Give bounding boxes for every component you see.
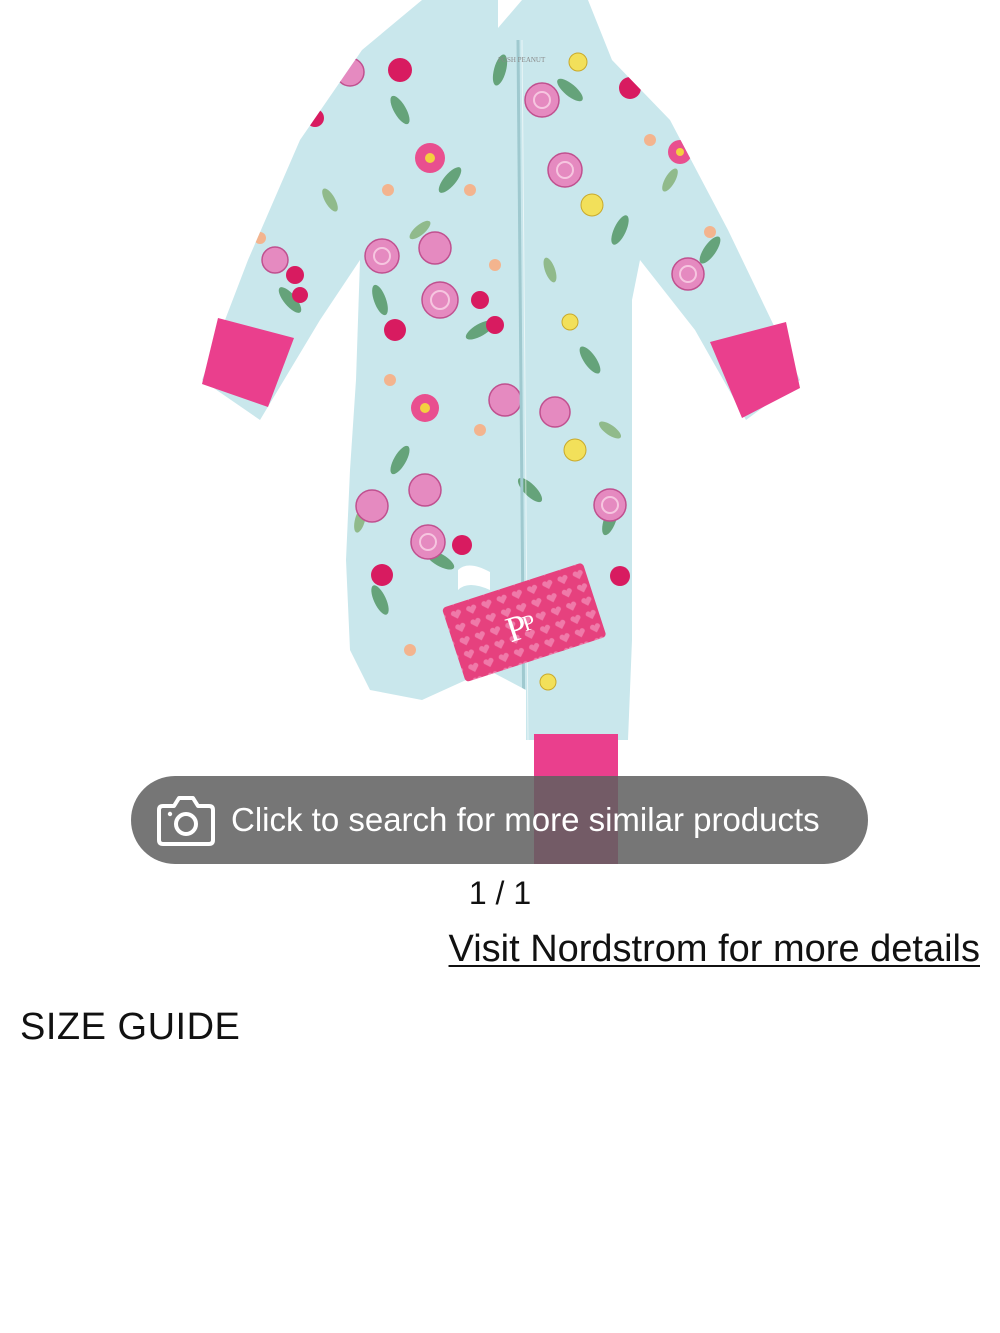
product-image[interactable]: POSH PEANUT P P xyxy=(150,0,850,870)
svg-text:POSH PEANUT: POSH PEANUT xyxy=(498,56,546,64)
image-pager: 1 / 1 xyxy=(468,875,532,911)
camera-icon xyxy=(157,796,215,846)
visual-search-label: Click to search for more similar product… xyxy=(231,801,820,838)
product-page: POSH PEANUT P P Click to search for more… xyxy=(0,0,1000,1333)
visual-search-button[interactable]: Click to search for more similar product… xyxy=(131,776,868,864)
size-guide-link[interactable]: SIZE GUIDE xyxy=(20,1006,240,1049)
visit-retailer-link[interactable]: Visit Nordstrom for more details xyxy=(449,928,980,971)
